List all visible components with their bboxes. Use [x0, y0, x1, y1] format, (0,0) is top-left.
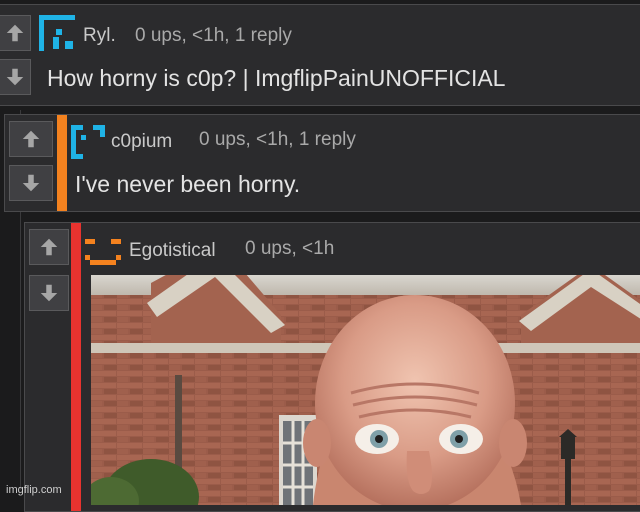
watermark: imgflip.com	[6, 484, 62, 496]
comment-meta: 0 ups, <1h, 1 reply	[199, 129, 356, 150]
comment-ryl: Ryl. 0 ups, <1h, 1 reply How horny is c0…	[0, 4, 640, 106]
upvote-button[interactable]	[0, 15, 31, 51]
avatar[interactable]	[71, 125, 105, 159]
arrow-up-icon	[6, 24, 24, 42]
reply-stripe	[57, 115, 67, 211]
avatar[interactable]	[85, 235, 123, 269]
avatar[interactable]	[39, 15, 75, 51]
downvote-button[interactable]	[9, 165, 53, 201]
arrow-down-icon	[6, 68, 24, 86]
comment-text: How horny is c0p? | ImgflipPainUNOFFICIA…	[47, 65, 506, 91]
comment-meta: 0 ups, <1h, 1 reply	[135, 25, 292, 46]
arrow-down-icon	[22, 174, 40, 192]
comment-egotistical: Egotistical 0 ups, <1h	[24, 222, 640, 512]
reply-stripe	[71, 223, 81, 511]
arrow-down-icon	[40, 284, 58, 302]
comment-text: I've never been horny.	[75, 171, 301, 197]
arrow-up-icon	[22, 130, 40, 148]
arrow-up-icon	[40, 238, 58, 256]
comment-image[interactable]	[91, 275, 640, 505]
username[interactable]: c0pium	[111, 131, 172, 153]
comment-c0pium: c0pium 0 ups, <1h, 1 reply I've never be…	[4, 114, 640, 212]
username[interactable]: Egotistical	[129, 240, 216, 262]
username[interactable]: Ryl.	[83, 25, 116, 47]
downvote-button[interactable]	[29, 275, 69, 311]
downvote-button[interactable]	[0, 59, 31, 95]
comment-meta: 0 ups, <1h	[245, 238, 335, 259]
upvote-button[interactable]	[9, 121, 53, 157]
upvote-button[interactable]	[29, 229, 69, 265]
